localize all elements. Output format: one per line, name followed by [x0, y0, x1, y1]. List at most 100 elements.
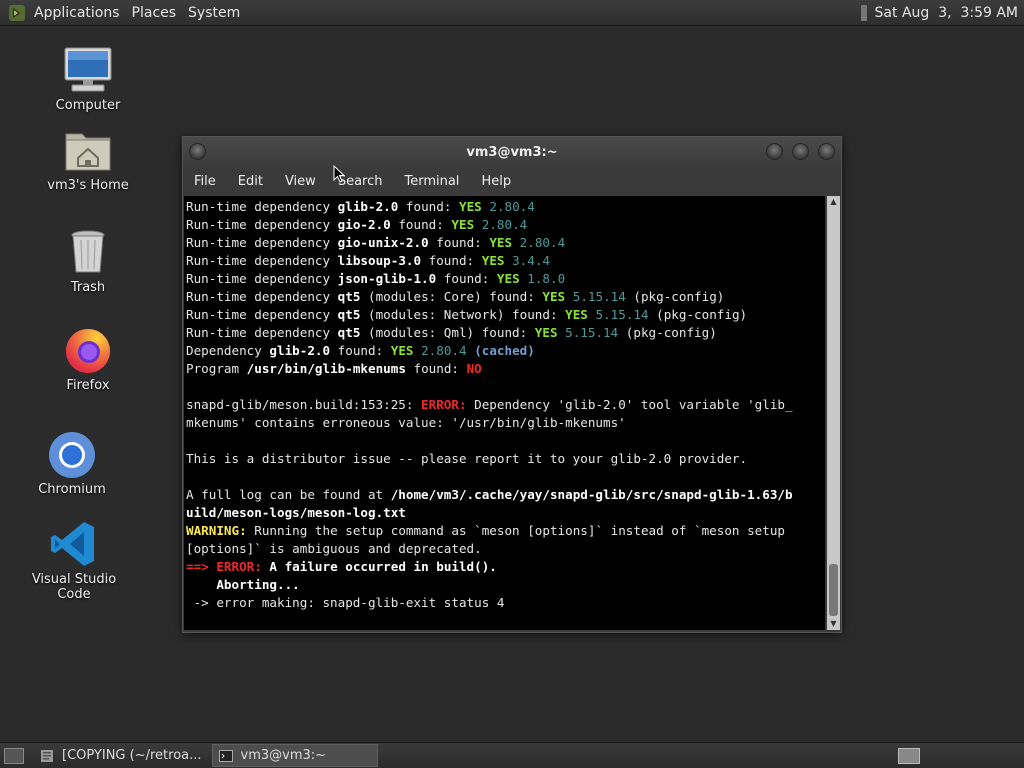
terminal-segment: YES: [542, 289, 566, 304]
show-desktop-icon[interactable]: [4, 747, 24, 764]
terminal-segment: [414, 343, 422, 358]
terminal-segment: A failure occurred in build().: [261, 559, 497, 574]
clock[interactable]: Sat Aug 3, 3:59 AM: [875, 5, 1018, 21]
menu-file[interactable]: File: [183, 174, 227, 189]
terminal-segment: ERROR:: [216, 559, 262, 574]
terminal-segment: [474, 217, 482, 232]
terminal-segment: WARNING:: [186, 523, 247, 538]
desktop-icon-vscode[interactable]: Visual Studio Code: [14, 520, 134, 602]
terminal-segment: Run-time dependency: [186, 307, 338, 322]
terminal-segment: Program: [186, 361, 247, 376]
menu-help[interactable]: Help: [470, 174, 522, 189]
window-menu-icon[interactable]: [189, 143, 206, 160]
terminal-line: [options]` is ambiguous and deprecated.: [186, 540, 825, 558]
terminal-segment: found:: [436, 271, 497, 286]
menu-view[interactable]: View: [274, 174, 327, 189]
terminal-segment: (pkg-config): [625, 289, 725, 304]
system-menu[interactable]: System: [182, 5, 246, 21]
terminal-segment: qt5: [337, 325, 361, 340]
desktop-icon-computer[interactable]: Computer: [28, 46, 148, 113]
terminal-segment: 5.15.14: [595, 307, 649, 322]
menu-terminal[interactable]: Terminal: [393, 174, 470, 189]
terminal-segment: mkenums' contains erroneous value: '/usr…: [186, 415, 626, 430]
title-bar[interactable]: vm3@vm3:~: [183, 137, 841, 167]
workspace-switcher[interactable]: [898, 747, 920, 764]
scroll-up-icon[interactable]: ▲: [827, 196, 840, 208]
minimize-icon[interactable]: [766, 143, 783, 160]
terminal-segment: Run-time dependency: [186, 253, 338, 268]
taskbar-item-active[interactable]: vm3@vm3:~: [211, 744, 378, 767]
terminal-scrollbar[interactable]: ▲ ▼: [827, 196, 840, 630]
terminal-window[interactable]: vm3@vm3:~ File Edit View Search Terminal…: [182, 136, 842, 633]
desktop-icon-trash[interactable]: Trash: [28, 228, 148, 295]
terminal-segment: Run-time dependency: [186, 289, 338, 304]
terminal-segment: Run-time dependency: [186, 271, 338, 286]
terminal-segment: Run-time dependency: [186, 217, 338, 232]
taskbar-item-label: [COPYING (~/retroa...: [62, 748, 202, 763]
terminal-line: Run-time dependency qt5 (modules: Networ…: [186, 306, 825, 324]
scroll-down-icon[interactable]: ▼: [827, 618, 840, 630]
terminal-text: Run-time dependency glib-2.0 found: YES …: [184, 196, 825, 612]
terminal-line: A full log can be found at /home/vm3/.ca…: [186, 486, 825, 504]
terminal-segment: ERROR:: [421, 397, 467, 412]
terminal-icon: [218, 749, 233, 762]
vscode-icon: [48, 520, 100, 568]
terminal-segment: qt5: [337, 307, 361, 322]
terminal-segment: found:: [405, 361, 467, 376]
terminal-segment: Running the setup command as `meson [opt…: [246, 523, 785, 538]
terminal-segment: /home/vm3/.cache/yay/snapd-glib/src/snap…: [390, 487, 793, 502]
terminal-line: mkenums' contains erroneous value: '/usr…: [186, 414, 825, 432]
terminal-segment: qt5: [337, 289, 361, 304]
menu-edit[interactable]: Edit: [227, 174, 274, 189]
terminal-output[interactable]: Run-time dependency glib-2.0 found: YES …: [184, 196, 825, 630]
terminal-segment: [options]` is ambiguous and deprecated.: [186, 541, 482, 556]
terminal-segment: Aborting...: [186, 577, 300, 592]
bottom-panel: [COPYING (~/retroa... vm3@vm3:~: [0, 742, 1024, 768]
terminal-line: Aborting...: [186, 576, 825, 594]
distro-logo-icon[interactable]: [8, 4, 26, 22]
terminal-segment: Run-time dependency: [186, 235, 338, 250]
taskbar-item[interactable]: [COPYING (~/retroa...: [34, 745, 208, 766]
close-icon[interactable]: [818, 143, 835, 160]
terminal-segment: [512, 235, 520, 250]
terminal-segment: YES: [534, 325, 558, 340]
terminal-segment: (pkg-config): [648, 307, 748, 322]
terminal-line: Run-time dependency qt5 (modules: Qml) f…: [186, 324, 825, 342]
desktop-icon-home[interactable]: vm3's Home: [28, 126, 148, 193]
terminal-segment: glib-2.0: [269, 343, 331, 358]
terminal-segment: (modules: Network) found:: [360, 307, 566, 322]
terminal-line: snapd-glib/meson.build:153:25: ERROR: De…: [186, 396, 825, 414]
terminal-segment: found:: [421, 253, 482, 268]
terminal-line: uild/meson-logs/meson-log.txt: [186, 504, 825, 522]
terminal-segment: 2.80.4: [421, 343, 467, 358]
terminal-segment: found:: [428, 235, 490, 250]
scroll-thumb[interactable]: [829, 564, 838, 616]
places-menu[interactable]: Places: [126, 5, 183, 21]
terminal-segment: Dependency: [186, 343, 270, 358]
terminal-line: Dependency glib-2.0 found: YES 2.80.4 (c…: [186, 342, 825, 360]
trash-icon: [62, 228, 114, 276]
terminal-segment: /usr/bin/glib-mkenums: [246, 361, 406, 376]
terminal-line: Run-time dependency qt5 (modules: Core) …: [186, 288, 825, 306]
terminal-segment: (modules: Core) found:: [360, 289, 543, 304]
desktop-icon-chromium[interactable]: Chromium: [12, 430, 132, 497]
terminal-line: WARNING: Running the setup command as `m…: [186, 522, 825, 540]
computer-icon: [62, 46, 114, 94]
terminal-segment: A full log can be found at: [186, 487, 391, 502]
terminal-line: Run-time dependency json-glib-1.0 found:…: [186, 270, 825, 288]
chromium-icon: [46, 430, 98, 478]
maximize-icon[interactable]: [792, 143, 809, 160]
applications-menu[interactable]: Applications: [28, 5, 126, 21]
terminal-segment: found:: [398, 199, 459, 214]
firefox-icon: [62, 326, 114, 374]
terminal-segment: 5.15.14: [565, 325, 619, 340]
terminal-segment: Dependency 'glib-2.0' tool variable 'gli…: [466, 397, 793, 412]
terminal-segment: (pkg-config): [618, 325, 717, 340]
desktop-icon-label: Chromium: [38, 482, 106, 497]
terminal-segment: YES: [459, 199, 482, 214]
terminal-line: ==> ERROR: A failure occurred in build()…: [186, 558, 825, 576]
top-panel: Applications Places System Sat Aug 3, 3:…: [0, 0, 1024, 26]
desktop-icon-firefox[interactable]: Firefox: [28, 326, 148, 393]
desktop-icon-label: Trash: [70, 280, 106, 295]
